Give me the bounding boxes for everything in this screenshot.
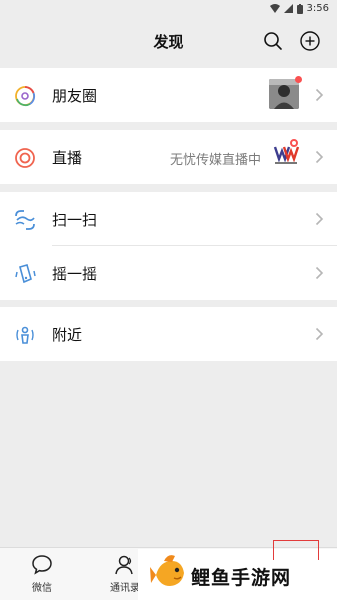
contacts-icon [115, 555, 133, 575]
page-title: 发现 [153, 33, 184, 51]
nearby-icon [16, 326, 34, 344]
tab-chats[interactable]: 微信 [12, 554, 72, 594]
shake-label: 摇一摇 [52, 264, 98, 283]
nearby-cell[interactable]: 附近 [0, 307, 337, 361]
wifi-icon [269, 4, 280, 13]
moments-label: 朋友圈 [52, 86, 98, 105]
scan-label: 扫一扫 [52, 210, 98, 229]
live-active-dot [290, 139, 298, 147]
header: 发现 [0, 19, 337, 67]
moments-thumbnail [269, 79, 299, 109]
moments-avatar-image [269, 79, 299, 109]
live-status-text: 无忧传媒直播中 [169, 153, 261, 168]
tools-section: 扫一扫 摇一摇 [0, 192, 337, 300]
status-icons: 3:56 [269, 3, 329, 14]
chevron-right-icon [315, 266, 324, 280]
highlight-box [273, 540, 319, 560]
scan-icon [15, 210, 35, 230]
chevron-right-icon [315, 88, 324, 102]
nearby-section: 附近 [0, 307, 337, 361]
scan-cell[interactable]: 扫一扫 [0, 192, 337, 246]
status-bar: 3:56 [0, 0, 337, 19]
add-icon[interactable] [299, 30, 321, 52]
shake-icon [15, 264, 36, 284]
tab-chats-label: 微信 [32, 583, 52, 594]
moments-icon [15, 86, 36, 107]
live-label: 直播 [52, 148, 83, 167]
search-icon[interactable] [262, 30, 284, 52]
chevron-right-icon [315, 212, 324, 226]
moments-unread-dot [295, 76, 302, 83]
battery-icon [296, 3, 303, 14]
watermark-text: 鲤鱼手游网 [191, 567, 292, 589]
fish-logo-icon [150, 555, 184, 586]
live-icon [15, 148, 35, 168]
chat-icon [32, 555, 52, 575]
nearby-label: 附近 [52, 325, 83, 344]
chevron-right-icon [315, 150, 324, 164]
status-time: 3:56 [306, 3, 329, 14]
live-channel-logo [272, 144, 300, 168]
chevron-right-icon [315, 327, 324, 341]
signal-icon [283, 4, 293, 13]
shake-cell[interactable]: 摇一摇 [0, 246, 337, 300]
